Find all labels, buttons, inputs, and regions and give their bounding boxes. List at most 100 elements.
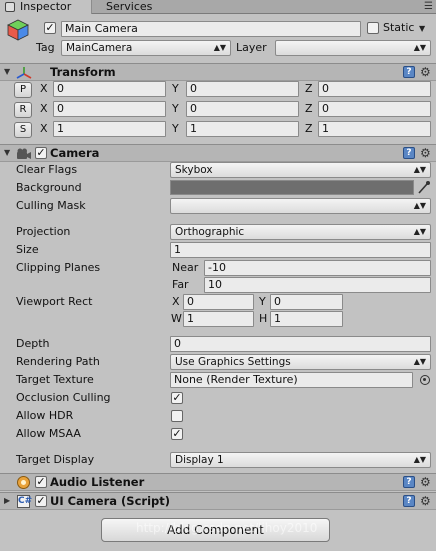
- chevron-updown-icon: ▲▼: [413, 43, 426, 52]
- camera-enabled-checkbox[interactable]: ✓: [35, 147, 47, 159]
- foldout-collapsed-icon[interactable]: ▶: [4, 493, 10, 509]
- chevron-updown-icon: ▲▼: [413, 201, 426, 210]
- help-icon[interactable]: ?: [403, 476, 415, 488]
- depth-field[interactable]: 0: [170, 336, 431, 352]
- scale-z-field[interactable]: 1: [318, 121, 431, 137]
- position-z-field[interactable]: 0: [318, 81, 431, 97]
- transform-axes-icon: [16, 66, 32, 80]
- tab-services[interactable]: Services: [92, 0, 172, 14]
- viewport-y-field[interactable]: 0: [270, 294, 343, 310]
- audio-listener-icon: [17, 476, 30, 489]
- position-x-field[interactable]: 0: [53, 81, 166, 97]
- tag-dropdown[interactable]: MainCamera ▲▼: [61, 40, 231, 56]
- gameobject-active-checkbox[interactable]: ✓: [44, 22, 56, 34]
- size-label: Size: [16, 243, 39, 256]
- depth-label: Depth: [16, 337, 50, 350]
- occlusion-culling-label: Occlusion Culling: [16, 391, 111, 404]
- rotation-z-label: Z: [305, 102, 313, 115]
- size-field[interactable]: 1: [170, 242, 431, 258]
- chevron-updown-icon: ▲▼: [413, 227, 426, 236]
- occlusion-culling-checkbox[interactable]: ✓: [171, 392, 183, 404]
- near-field[interactable]: -10: [204, 260, 431, 276]
- tab-bar: Inspector Services ☰: [0, 0, 436, 14]
- background-color-swatch[interactable]: [170, 180, 414, 195]
- ui-camera-enabled-checkbox[interactable]: ✓: [35, 495, 47, 507]
- rotation-x-field[interactable]: 0: [53, 101, 166, 117]
- allow-msaa-checkbox[interactable]: ✓: [171, 428, 183, 440]
- watermark: http://blog.csdn.net/lihoy2010: [136, 521, 318, 535]
- rendering-path-dropdown[interactable]: Use Graphics Settings ▲▼: [170, 354, 431, 370]
- ui-camera-header[interactable]: ▶ C# ✓ UI Camera (Script) ? ⚙: [0, 492, 436, 510]
- rotation-reset-button[interactable]: R: [14, 102, 32, 118]
- layer-dropdown[interactable]: ▲▼: [275, 40, 431, 56]
- static-checkbox[interactable]: [367, 22, 379, 34]
- scale-z-label: Z: [305, 122, 313, 135]
- viewport-h-field[interactable]: 1: [270, 311, 343, 327]
- projection-dropdown[interactable]: Orthographic ▲▼: [170, 224, 431, 240]
- rotation-y-label: Y: [172, 102, 179, 115]
- gameobject-name-field[interactable]: Main Camera: [61, 21, 361, 37]
- viewport-h-label: H: [259, 312, 268, 325]
- position-y-field[interactable]: 0: [186, 81, 299, 97]
- allow-hdr-checkbox[interactable]: [171, 410, 183, 422]
- help-icon[interactable]: ?: [403, 147, 415, 159]
- clear-flags-dropdown[interactable]: Skybox ▲▼: [170, 162, 431, 178]
- rotation-z-field[interactable]: 0: [318, 101, 431, 117]
- clipping-planes-label: Clipping Planes: [16, 261, 101, 274]
- gear-icon[interactable]: ⚙: [420, 495, 431, 507]
- target-display-dropdown[interactable]: Display 1 ▲▼: [170, 452, 431, 468]
- rotation-y-field[interactable]: 0: [186, 101, 299, 117]
- gear-icon[interactable]: ⚙: [420, 476, 431, 488]
- foldout-expanded-icon[interactable]: ▼: [4, 145, 10, 161]
- culling-mask-dropdown[interactable]: ▲▼: [170, 198, 431, 214]
- scale-reset-button[interactable]: S: [14, 122, 32, 138]
- scale-x-field[interactable]: 1: [53, 121, 166, 137]
- audio-listener-header[interactable]: ✓ Audio Listener ? ⚙: [0, 473, 436, 491]
- foldout-expanded-icon[interactable]: ▼: [4, 64, 10, 80]
- tab-menu-icon[interactable]: ☰: [424, 1, 433, 12]
- rendering-path-value: Use Graphics Settings: [175, 356, 291, 368]
- projection-label: Projection: [16, 225, 71, 238]
- camera-header[interactable]: ▼ ✓ Camera ? ⚙: [0, 144, 436, 162]
- target-texture-field[interactable]: None (Render Texture): [170, 372, 413, 388]
- viewport-x-label: X: [172, 295, 180, 308]
- clear-flags-label: Clear Flags: [16, 163, 78, 176]
- tag-dropdown-value: MainCamera: [66, 42, 133, 54]
- eyedropper-icon[interactable]: [417, 180, 431, 195]
- transform-header[interactable]: ▼ Transform ? ⚙: [0, 63, 436, 81]
- audio-listener-title: Audio Listener: [50, 475, 145, 489]
- viewport-y-label: Y: [259, 295, 266, 308]
- audio-listener-enabled-checkbox[interactable]: ✓: [35, 476, 47, 488]
- near-label: Near: [172, 261, 199, 274]
- position-x-label: X: [40, 82, 48, 95]
- tab-services-label: Services: [106, 0, 153, 13]
- position-reset-button[interactable]: P: [14, 82, 32, 98]
- chevron-updown-icon: ▲▼: [413, 455, 426, 464]
- far-field[interactable]: 10: [204, 277, 431, 293]
- gear-icon[interactable]: ⚙: [420, 147, 431, 159]
- culling-mask-label: Culling Mask: [16, 199, 86, 212]
- tab-inspector-label: Inspector: [20, 0, 72, 13]
- scale-y-field[interactable]: 1: [186, 121, 299, 137]
- gear-icon[interactable]: ⚙: [420, 66, 431, 78]
- viewport-w-field[interactable]: 1: [183, 311, 254, 327]
- chevron-updown-icon: ▲▼: [413, 165, 426, 174]
- viewport-x-field[interactable]: 0: [183, 294, 254, 310]
- gameobject-cube-icon: [6, 18, 30, 42]
- position-y-label: Y: [172, 82, 179, 95]
- chevron-updown-icon: ▲▼: [213, 43, 226, 52]
- target-texture-label: Target Texture: [16, 373, 94, 386]
- static-dropdown-arrow-icon[interactable]: ▼: [419, 24, 432, 33]
- scale-y-label: Y: [172, 122, 179, 135]
- target-display-label: Target Display: [16, 453, 95, 466]
- position-z-label: Z: [305, 82, 313, 95]
- help-icon[interactable]: ?: [403, 495, 415, 507]
- tag-label: Tag: [36, 41, 55, 54]
- scale-x-label: X: [40, 122, 48, 135]
- static-label: Static: [383, 21, 415, 34]
- tab-inspector[interactable]: Inspector: [0, 0, 92, 14]
- far-label: Far: [172, 278, 189, 291]
- help-icon[interactable]: ?: [403, 66, 415, 78]
- allow-msaa-label: Allow MSAA: [16, 427, 81, 440]
- object-picker-icon[interactable]: [420, 375, 430, 385]
